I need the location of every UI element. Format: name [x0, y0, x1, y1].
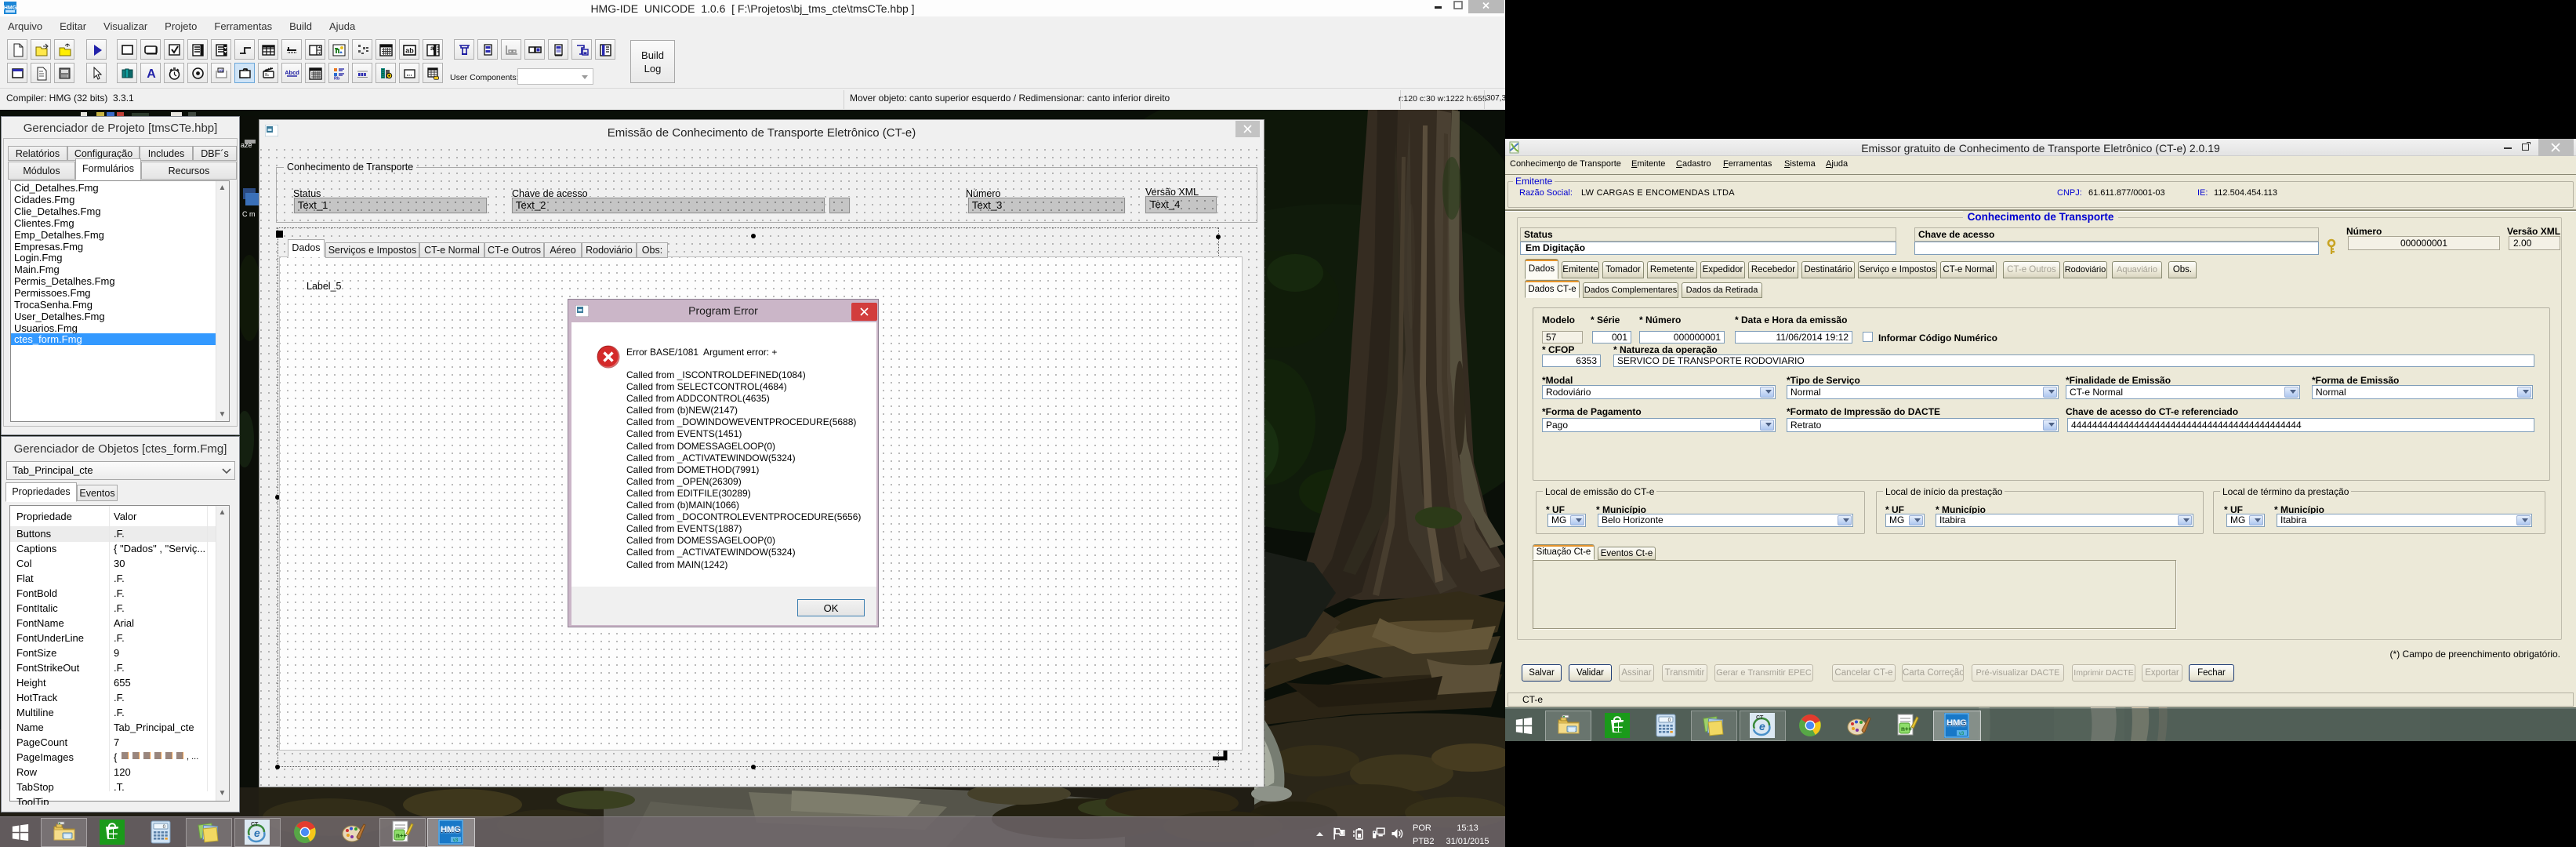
svg-text:aze: aze — [241, 141, 252, 149]
svg-text:Abcd: Abcd — [285, 69, 299, 76]
svg-text:A: A — [147, 67, 156, 81]
svg-text:Rb: Rb — [334, 77, 340, 82]
svg-text:ab: ab — [405, 47, 414, 55]
svg-text:Ab: Ab — [219, 68, 223, 72]
svg-text:HMG: HMG — [4, 5, 16, 11]
svg-text:, ...: , ... — [187, 752, 198, 762]
svg-text:C m: C m — [242, 210, 256, 218]
